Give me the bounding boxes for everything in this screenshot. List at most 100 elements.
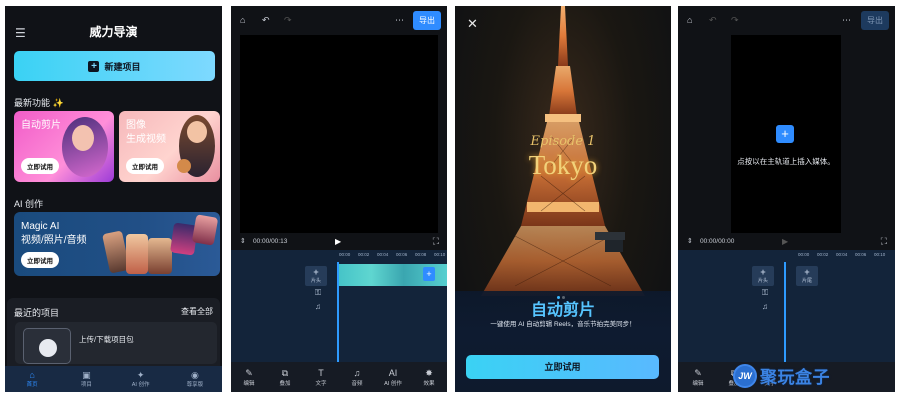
add-outro-button[interactable]: + 片尾 <box>796 266 818 286</box>
auto-edit-card[interactable]: 自动剪片 立即试用 <box>14 111 114 182</box>
insert-media-icon[interactable]: + <box>776 125 794 143</box>
editor-toolbar: ⌂ ↶ ↷ ⋯ 导出 <box>231 6 447 34</box>
tab-ai[interactable]: ✦ AI 创作 <box>119 370 163 388</box>
audio-track-icon[interactable]: ♫ <box>315 302 321 311</box>
try-now-button[interactable]: 立即试用 <box>466 355 659 379</box>
tool-edit[interactable]: ✎ 编辑 <box>233 368 265 387</box>
home-icon[interactable]: ⌂ <box>687 15 692 25</box>
screenshot-collage: ☰ 威力导演 + 新建项目 最新功能 ✨ 自动剪片 立即试用 图像 生成视频 立… <box>0 0 900 398</box>
tab-home-label: 首页 <box>26 382 38 388</box>
app-title: 威力导演 <box>89 25 138 39</box>
export-button[interactable]: 导出 <box>861 11 889 30</box>
text-icon: T <box>318 367 324 378</box>
home-icon[interactable]: ⌂ <box>240 15 245 25</box>
watermark-text: 聚玩盒子 <box>760 368 830 387</box>
sticker-icon[interactable]: ⚿ <box>762 288 768 298</box>
adjust-icon[interactable]: ⇕ <box>687 237 693 245</box>
tool-text[interactable]: T 文字 <box>305 368 337 387</box>
episode-label: Episode 1 <box>530 134 596 149</box>
google-drive-icon <box>39 339 57 357</box>
tab-ai-label: AI 创作 <box>131 382 150 388</box>
upload-box <box>23 328 71 364</box>
ai-icon: ✦ <box>136 370 145 380</box>
cartoon-face-image <box>187 121 207 143</box>
fullscreen-icon[interactable]: ⛶ <box>433 236 439 247</box>
upload-project-label: 上传/下载项目包 <box>79 335 134 344</box>
more-icon[interactable]: ⋯ <box>842 15 851 26</box>
add-clip-icon[interactable]: + <box>423 267 435 281</box>
add-intro-label: 片头 <box>757 278 768 284</box>
subscription-icon: ◉ <box>190 370 199 380</box>
timeline[interactable]: 00:00 00:02 00:04 00:06 00:08 00:10 + 片头 … <box>231 250 447 362</box>
close-icon[interactable]: ✕ <box>467 16 478 32</box>
image-to-video-card[interactable]: 图像 生成视频 立即试用 <box>119 111 220 182</box>
sticker-icon[interactable]: ⚿ <box>315 288 321 298</box>
latest-features-heading: 最新功能 ✨ <box>14 98 64 108</box>
image-to-video-title: 图像 生成视频 <box>126 120 166 145</box>
ruler-tick: 00:10 <box>434 252 446 257</box>
add-intro-button[interactable]: + 片头 <box>752 266 774 286</box>
tool-effects[interactable]: ✸ 效果 <box>413 368 445 387</box>
magic-ai-card[interactable]: Magic AI 视频/照片/音频 立即试用 <box>14 212 220 276</box>
ai-icon: AI <box>388 367 398 378</box>
adjust-icon[interactable]: ⇕ <box>240 237 246 245</box>
edit-icon: ✎ <box>694 367 702 378</box>
face-image <box>72 125 94 151</box>
plus-icon: + <box>88 60 100 72</box>
redo-icon[interactable]: ↷ <box>731 15 739 26</box>
tool-edit[interactable]: ✎ 编辑 <box>682 368 714 387</box>
bottom-tab-bar: ⌂ 首页 ▣ 项目 ✦ AI 创作 ◉ 尊享版 <box>5 366 222 392</box>
tab-projects-label: 项目 <box>80 382 92 388</box>
tab-home[interactable]: ⌂ 首页 <box>10 370 54 388</box>
editor-screen: ⌂ ↶ ↷ ⋯ 导出 ⇕ 00:00/00:13 ▶ ⛶ 00:00 00:02… <box>231 6 447 392</box>
projects-icon: ▣ <box>82 370 91 380</box>
music-icon: ♫ <box>353 367 361 378</box>
playback-controls: ⇕ 00:00/00:13 ▶ ⛶ <box>231 234 447 250</box>
playback-controls: ⇕ 00:00/00:00 ▶ ⛶ <box>678 234 895 250</box>
upload-project-item[interactable]: 上传/下载项目包 <box>15 322 217 364</box>
editor-tool-bar: ✎ 编辑 ⧉ 叠加 T 文字 ♫ 音频 AI AI 创作 ✸ 效果 <box>231 362 447 392</box>
ruler-tick: 00:02 <box>358 252 370 257</box>
video-preview[interactable] <box>240 35 438 233</box>
magic-ai-try-button[interactable]: 立即试用 <box>21 252 59 268</box>
timeline[interactable]: 00:00 00:02 00:04 00:06 00:10 + 片头 + 片尾 ⚿ … <box>678 250 895 362</box>
auto-edit-title: 自动剪片 <box>21 120 61 131</box>
play-icon[interactable]: ▶ <box>782 237 788 246</box>
add-intro-button[interactable]: + 片头 <box>305 266 327 286</box>
more-icon[interactable]: ⋯ <box>395 15 404 26</box>
audio-track-icon[interactable]: ♫ <box>762 302 768 311</box>
playhead[interactable] <box>337 262 339 362</box>
ruler-tick: 00:04 <box>377 252 389 257</box>
redo-icon[interactable]: ↷ <box>284 15 292 26</box>
tab-projects[interactable]: ▣ 项目 <box>64 370 108 388</box>
insert-media-hint: 点按以在主轨道上插入媒体。 <box>737 157 835 166</box>
tool-overlay[interactable]: ⧉ 叠加 <box>269 368 301 387</box>
tool-edit-label: 编辑 <box>692 380 704 387</box>
collage-photo-2 <box>126 234 148 274</box>
magic-ai-title: Magic AI 视频/照片/音频 <box>21 221 87 246</box>
tab-premium[interactable]: ◉ 尊享版 <box>173 370 217 388</box>
city-title: Tokyo <box>528 150 598 180</box>
new-project-button[interactable]: + 新建项目 <box>14 51 215 81</box>
fullscreen-icon[interactable]: ⛶ <box>881 236 887 247</box>
plus-icon: + <box>760 267 766 277</box>
play-icon[interactable]: ▶ <box>335 237 341 246</box>
tool-audio[interactable]: ♫ 音频 <box>341 368 373 387</box>
new-project-label: 新建项目 <box>104 61 141 72</box>
overlay-icon: ⧉ <box>281 367 289 378</box>
home-icon: ⌂ <box>29 370 35 380</box>
undo-icon[interactable]: ↶ <box>262 15 270 26</box>
tool-text-label: 文字 <box>315 380 327 387</box>
playhead[interactable] <box>784 262 786 362</box>
ruler-tick: 00:06 <box>396 252 408 257</box>
tool-ai-label: AI 创作 <box>384 380 402 387</box>
auto-edit-try-button[interactable]: 立即试用 <box>21 158 59 174</box>
image-to-video-try-button[interactable]: 立即试用 <box>126 158 164 174</box>
view-all-link[interactable]: 查看全部 <box>181 306 213 317</box>
video-preview[interactable]: + 点按以在主轨道上插入媒体。 <box>731 35 841 233</box>
editor-toolbar: ⌂ ↶ ↷ ⋯ 导出 <box>678 6 895 34</box>
undo-icon[interactable]: ↶ <box>709 15 717 26</box>
tool-ai[interactable]: AI AI 创作 <box>377 368 409 387</box>
tool-effects-label: 效果 <box>423 380 435 387</box>
export-button[interactable]: 导出 <box>413 11 441 30</box>
